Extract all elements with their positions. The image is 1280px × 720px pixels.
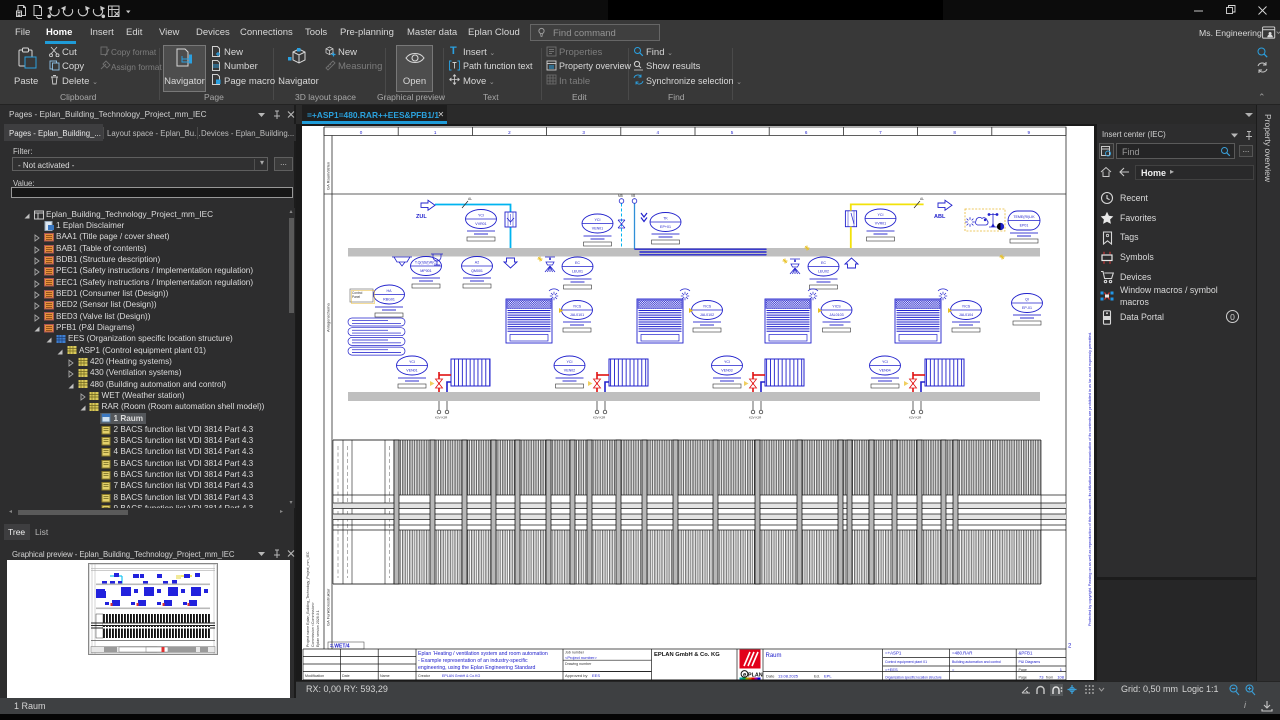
- svg-text:3: 3: [582, 130, 585, 135]
- svg-text:YCI: YCI: [724, 360, 730, 364]
- svg-text:&PFB1: &PFB1: [1019, 651, 1033, 656]
- svg-text:EC: EC: [575, 261, 580, 265]
- svg-text:=+ASP1: =+ASP1: [885, 651, 902, 656]
- svg-text:VEN01: VEN01: [592, 227, 603, 231]
- svg-text:1: 1: [434, 130, 437, 135]
- svg-text:VVR01: VVR01: [475, 222, 486, 226]
- svg-text:P&I Diagrams: P&I Diagrams: [1019, 660, 1041, 664]
- svg-text:JAL0104: JAL0104: [959, 313, 973, 317]
- svg-text:EPLAN GmbH & Co. KG: EPLAN GmbH & Co. KG: [654, 652, 720, 658]
- svg-text:Creator: Creator: [418, 674, 431, 678]
- svg-text:QM001: QM001: [471, 269, 483, 273]
- svg-text:JAL0103: JAL0103: [829, 313, 843, 317]
- svg-text:9: 9: [1028, 130, 1031, 135]
- svg-text:EP+01: EP+01: [660, 225, 671, 229]
- svg-text:YCI: YCI: [878, 213, 884, 217]
- svg-text:YCI: YCI: [567, 360, 573, 364]
- svg-text:EPLAN GmbH & Co.KG: EPLAN GmbH & Co.KG: [442, 674, 481, 678]
- svg-text:EES: EES: [592, 673, 600, 678]
- svg-text:A2: A2: [475, 261, 479, 265]
- svg-text:LEU02: LEU02: [818, 270, 829, 274]
- svg-text:GA Raum/strlen: GA Raum/strlen: [326, 162, 331, 190]
- svg-text:K2V K2R: K2V K2R: [749, 416, 762, 420]
- svg-text:Date: Date: [342, 674, 350, 678]
- svg-text:ZUL: ZUL: [416, 214, 427, 220]
- svg-text:EPL: EPL: [824, 674, 832, 679]
- svg-text:VEN01: VEN01: [406, 369, 417, 373]
- svg-text:6: 6: [805, 130, 808, 135]
- svg-text:Eplan ‘Heating / ventilation s: Eplan ‘Heating / ventilation system and …: [418, 651, 548, 657]
- svg-text:VB: VB: [631, 194, 635, 198]
- svg-text:TEME(RI)LIK: TEME(RI)LIK: [1013, 215, 1035, 219]
- svg-text:Protected by copyright. Passin: Protected by copyright. Passing on as we…: [1088, 332, 1092, 626]
- svg-text:Raum: Raum: [766, 653, 782, 659]
- svg-text:K2V K2R: K2V K2R: [593, 416, 606, 420]
- svg-text:Panel: Panel: [352, 295, 360, 299]
- svg-text:Name: Name: [380, 674, 390, 678]
- svg-text:VEN02: VEN02: [564, 369, 575, 373]
- svg-text:Date: Date: [766, 674, 775, 679]
- svg-text:EP01: EP01: [1020, 224, 1029, 228]
- svg-text:Approved by: Approved by: [565, 673, 587, 678]
- svg-text:Organization specific location: Organization specific location structure: [885, 676, 942, 680]
- svg-text:108: 108: [1057, 675, 1064, 680]
- svg-text:VEN03: VEN03: [721, 369, 732, 373]
- svg-text:JAL0102: JAL0102: [700, 313, 714, 317]
- svg-text:LEU01: LEU01: [572, 270, 583, 274]
- svg-text:EC: EC: [821, 261, 826, 265]
- svg-text:2: 2: [508, 130, 511, 135]
- svg-text:QI: QI: [1025, 298, 1029, 302]
- svg-text:7: 7: [879, 130, 882, 135]
- svg-text:=480.RAR: =480.RAR: [952, 651, 972, 656]
- svg-text:Drawing number: Drawing number: [565, 662, 592, 666]
- svg-text:YCI: YCI: [882, 360, 888, 364]
- svg-text:YICS: YICS: [832, 305, 841, 309]
- svg-text:YCI: YCI: [409, 360, 415, 364]
- svg-text:Eplan version 2026.0.1: Eplan version 2026.0.1: [316, 610, 320, 647]
- svg-text:VEN04: VEN04: [879, 369, 890, 373]
- svg-text:engineering, using the Eplan E: engineering, using the Eplan Engineering…: [418, 665, 535, 671]
- svg-text:Page: Page: [1019, 668, 1027, 672]
- svg-text:TK: TK: [663, 217, 668, 221]
- svg-text:Page: Page: [1019, 676, 1027, 680]
- svg-text:=+EES: =+EES: [885, 667, 898, 672]
- svg-text:AL: AL: [920, 197, 924, 201]
- svg-text:Anlagenschema: Anlagenschema: [326, 303, 331, 332]
- svg-text:Control equipment plant 01: Control equipment plant 01: [885, 660, 927, 664]
- svg-text:GA Funktionsstruktur: GA Funktionsstruktur: [326, 588, 331, 626]
- svg-text:K2V K2R: K2V K2R: [909, 416, 922, 420]
- svg-text:Building automation and contro: Building automation and control: [952, 660, 1001, 664]
- svg-text:MB: MB: [618, 194, 623, 198]
- svg-text:8: 8: [953, 130, 956, 135]
- svg-text:ABL: ABL: [934, 214, 946, 220]
- svg-text:5: 5: [731, 130, 734, 135]
- svg-text:JAL0101: JAL0101: [570, 313, 584, 317]
- svg-text:T.Q(I)S(I)R(C): T.Q(I)S(I)R(C): [415, 261, 437, 265]
- svg-text:VVR01: VVR01: [875, 222, 886, 226]
- svg-text:73: 73: [1039, 675, 1044, 680]
- svg-text:HA: HA: [387, 289, 393, 293]
- svg-text:YCI: YCI: [595, 218, 601, 222]
- svg-text:Commission <Commission>: Commission <Commission>: [311, 602, 315, 647]
- svg-text:4: 4: [657, 130, 660, 135]
- svg-text:13.08.2025: 13.08.2025: [778, 674, 799, 679]
- svg-text:YCI: YCI: [478, 214, 484, 218]
- svg-text:Ed.: Ed.: [814, 674, 820, 679]
- svg-text:- Example representation of an: - Example representation of an industry-…: [418, 658, 528, 664]
- svg-text:0: 0: [360, 130, 363, 135]
- svg-text:Modification: Modification: [305, 674, 324, 678]
- svg-text:RBG01: RBG01: [383, 298, 395, 302]
- svg-text:YICS: YICS: [962, 305, 971, 309]
- svg-text:MP001: MP001: [420, 269, 431, 273]
- svg-text:YICS: YICS: [573, 305, 582, 309]
- svg-text:<Project number>: <Project number>: [565, 655, 597, 660]
- svg-text:AL: AL: [468, 197, 472, 201]
- svg-text:from: from: [1046, 676, 1053, 680]
- svg-text:EP-01: EP-01: [1022, 306, 1032, 310]
- svg-text:K2V K2R: K2V K2R: [435, 416, 448, 420]
- svg-text:Project name Eplan_Building_: Project name Eplan_Building_Technology_P…: [306, 551, 310, 647]
- svg-text:=.WET/4: =.WET/4: [330, 644, 350, 650]
- svg-text:YICS: YICS: [703, 305, 712, 309]
